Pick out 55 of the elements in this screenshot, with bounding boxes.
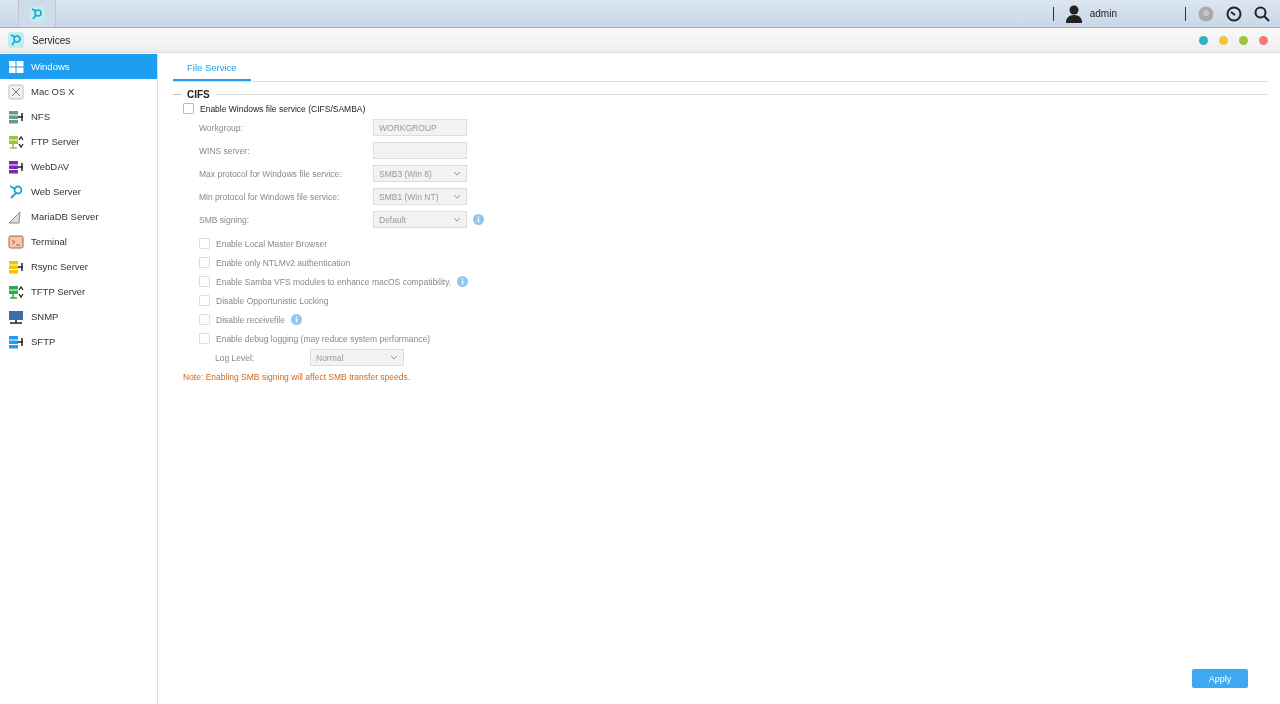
window-control-dot[interactable] — [1239, 35, 1248, 45]
server-icon — [8, 133, 24, 150]
sidebar-item[interactable]: Rsync Server — [0, 254, 157, 279]
sidebar-item[interactable]: SNMP — [0, 304, 157, 329]
server-icon — [8, 283, 24, 300]
window-title: Services — [32, 34, 71, 46]
field-label: WINS server: — [199, 145, 251, 156]
warning-note: Note: Enabling SMB signing will affect SMB transfer speeds. — [182, 372, 412, 382]
sidebar-item[interactable]: Web Server — [0, 179, 157, 204]
field-label: Max protocol for Windows file service: — [199, 168, 343, 179]
field-label: SMB signing: — [199, 214, 251, 225]
sidebar-item[interactable]: SFTP — [0, 329, 157, 354]
caret-icon — [453, 171, 461, 176]
x-icon — [8, 83, 24, 100]
window-control-dot[interactable] — [1199, 35, 1208, 45]
section-title: CIFS — [187, 89, 210, 100]
windows-icon — [8, 58, 24, 75]
server-icon — [8, 108, 24, 125]
sidebar-item[interactable]: Mac OS X — [0, 79, 157, 104]
caret-icon — [453, 217, 461, 222]
field-label: Workgroup: — [199, 122, 244, 133]
checkbox-label: Enable debug logging (may reduce system performance) — [216, 333, 431, 344]
sidebar-item[interactable]: FTP Server — [0, 129, 157, 154]
caret-icon — [390, 355, 398, 360]
terminal-icon — [8, 233, 24, 250]
search-icon[interactable] — [1254, 5, 1270, 22]
server-icon — [8, 333, 24, 350]
sidebar-item[interactable]: WebDAV — [0, 154, 157, 179]
checkbox[interactable] — [183, 103, 194, 114]
services-logo-icon — [8, 32, 24, 48]
caret-icon — [453, 194, 461, 199]
services-logo-icon — [29, 5, 45, 22]
field-label: Log Level: — [215, 352, 256, 363]
sidebar-item[interactable]: Terminal — [0, 229, 157, 254]
checkbox-label: Enable Windows file service (CIFS/SAMBA) — [200, 103, 366, 114]
server-icon — [8, 158, 24, 175]
checkbox-label: Disable receivefile — [216, 314, 285, 325]
checkbox-label: Enable Samba VFS modules to enhance macOS compatibility. — [216, 276, 452, 287]
sidebar-item[interactable]: NFS — [0, 104, 157, 129]
server-icon — [8, 258, 24, 275]
sidebar-item[interactable]: TFTP Server — [0, 279, 157, 304]
app-button[interactable] — [18, 0, 56, 27]
gauge-icon[interactable] — [1226, 5, 1242, 22]
username[interactable]: admin — [1089, 8, 1117, 19]
window-control-dot[interactable] — [1219, 35, 1228, 45]
circle-icon[interactable] — [1198, 5, 1214, 22]
checkbox-label: Disable Opportunistic Locking — [216, 295, 329, 306]
checkbox-label: Enable Local Master Browser — [216, 238, 328, 249]
window-control-dot[interactable] — [1259, 35, 1268, 45]
monitor-icon — [8, 308, 24, 325]
user-icon[interactable] — [1065, 4, 1082, 23]
network-icon — [8, 183, 24, 200]
sidebar-item[interactable]: MariaDB Server — [0, 204, 157, 229]
checkbox-label: Enable only NTLMv2 authentication — [216, 257, 351, 268]
field-label: Min protocol for Windows file service: — [199, 191, 341, 202]
